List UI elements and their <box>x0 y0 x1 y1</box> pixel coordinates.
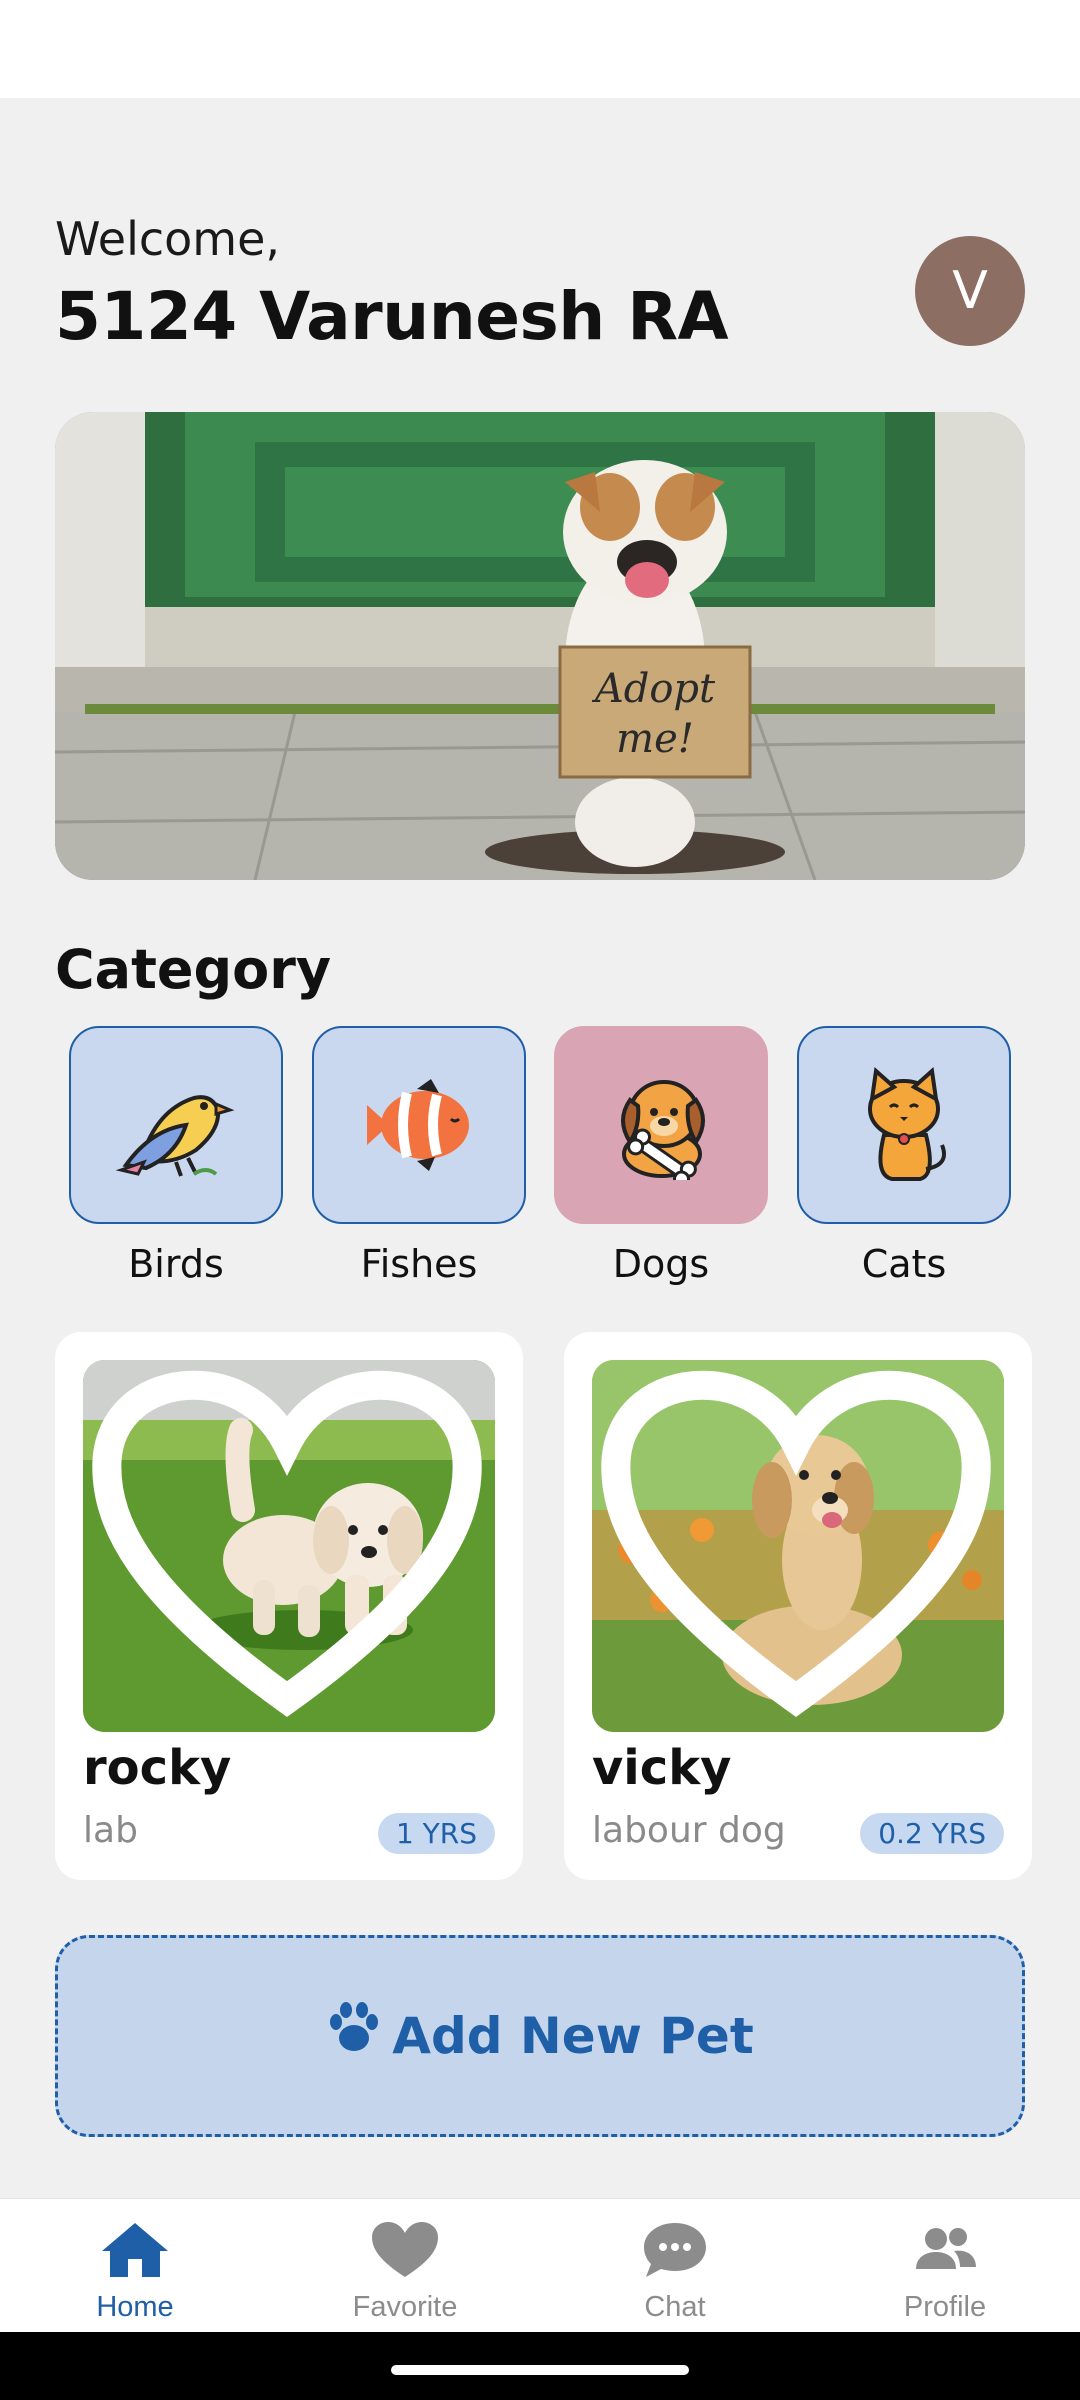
bottom-nav: Home Favorite Chat Profile <box>0 2198 1080 2332</box>
paw-icon <box>330 2002 379 2051</box>
system-navigation-bar <box>0 2332 1080 2400</box>
favorite-heart-icon[interactable] <box>83 1362 493 1732</box>
pet-name: vicky <box>592 1740 732 1796</box>
pet-name: rocky <box>83 1740 232 1796</box>
nav-label: Chat <box>644 2291 706 2323</box>
category-birds-box[interactable] <box>69 1026 283 1224</box>
add-new-pet-label: Add New Pet <box>392 2007 754 2065</box>
nav-home[interactable]: Home <box>0 2199 270 2333</box>
user-name: 5124 Varunesh RA <box>55 278 729 355</box>
category-birds[interactable]: Birds <box>69 1026 283 1286</box>
category-title: Category <box>55 938 332 1001</box>
category-cats[interactable]: Cats <box>797 1026 1011 1286</box>
bird-icon <box>116 1095 235 1177</box>
category-label: Dogs <box>612 1242 710 1286</box>
nav-chat[interactable]: Chat <box>540 2199 810 2333</box>
adopt-dog-image: Adopt me! <box>55 412 1025 880</box>
add-new-pet-button[interactable]: Add New Pet <box>55 1935 1025 2137</box>
pet-card-vicky[interactable]: vicky labour dog 0.2 YRS <box>564 1332 1032 1880</box>
cat-icon <box>868 1067 946 1181</box>
sign-text-line2: me! <box>616 716 694 762</box>
welcome-text: Welcome, <box>55 212 281 266</box>
category-dogs-box[interactable] <box>554 1026 768 1224</box>
pet-breed: labour dog <box>592 1810 786 1851</box>
nav-favorite[interactable]: Favorite <box>270 2199 540 2333</box>
nav-label: Profile <box>903 2291 987 2323</box>
status-bar <box>0 0 1080 98</box>
home-icon <box>102 2223 168 2277</box>
nav-profile[interactable]: Profile <box>810 2199 1080 2333</box>
avatar[interactable]: V <box>915 236 1025 346</box>
heart-icon <box>372 2222 438 2277</box>
adopt-banner[interactable]: Adopt me! <box>55 412 1025 880</box>
home-indicator[interactable] <box>391 2365 689 2375</box>
category-label: Cats <box>861 1242 947 1286</box>
dog-icon <box>621 1080 705 1180</box>
pet-photo <box>592 1360 1004 1732</box>
pet-age-badge: 1 YRS <box>377 1813 495 1854</box>
category-fishes-box[interactable] <box>312 1026 526 1224</box>
category-label: Fishes <box>360 1242 478 1286</box>
pet-card-rocky[interactable]: rocky lab 1 YRS <box>55 1332 523 1880</box>
pet-breed: lab <box>83 1810 138 1851</box>
pet-photo <box>83 1360 495 1732</box>
category-fishes[interactable]: Fishes <box>312 1026 526 1286</box>
pet-age-badge: 0.2 YRS <box>860 1813 1004 1854</box>
chat-icon <box>644 2223 706 2277</box>
fish-icon <box>367 1079 469 1171</box>
category-label: Birds <box>128 1242 224 1286</box>
favorite-heart-icon[interactable] <box>592 1362 1002 1732</box>
nav-label: Favorite <box>352 2291 458 2323</box>
profile-icon <box>916 2228 976 2269</box>
category-dogs[interactable]: Dogs <box>554 1026 768 1286</box>
category-cats-box[interactable] <box>797 1026 1011 1224</box>
nav-label: Home <box>96 2291 174 2323</box>
sign-text-line1: Adopt <box>591 666 716 712</box>
